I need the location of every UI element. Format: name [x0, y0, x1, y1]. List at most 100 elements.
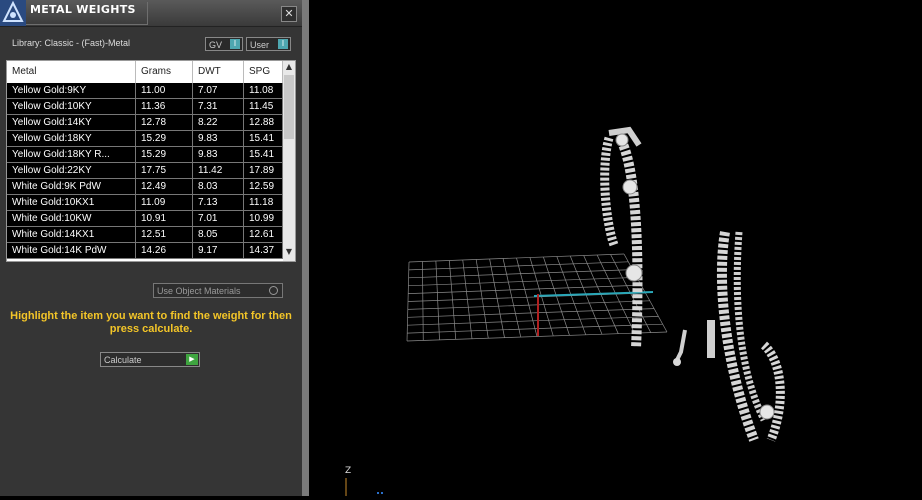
grid-line: [408, 253, 625, 263]
table-cell: 11.36: [136, 99, 193, 115]
table-cell: 11.18: [244, 195, 283, 211]
table-row[interactable]: White Gold:9K PdW 12.49 8.03 12.59: [7, 179, 283, 195]
table-cell: 9.83: [193, 131, 244, 147]
clasp-parts[interactable]: [673, 320, 715, 366]
gv-toggle-label: GV: [209, 40, 223, 50]
table-cell: 7.31: [193, 99, 244, 115]
vertical-scrollbar[interactable]: ▲ ▼: [283, 61, 295, 261]
table-cell: White Gold:10KW: [7, 211, 136, 227]
table-row[interactable]: White Gold:10KW 10.91 7.01 10.99: [7, 211, 283, 227]
scroll-up-icon[interactable]: ▲: [283, 62, 295, 71]
table-row[interactable]: White Gold:14KX1 12.51 8.05 12.61: [7, 227, 283, 243]
user-toggle[interactable]: User I: [246, 37, 291, 51]
table-row[interactable]: Yellow Gold:18KY R... 15.29 9.83 15.41: [7, 147, 283, 163]
bangle2-band-end: [760, 341, 785, 442]
table-cell: White Gold:14KX1: [7, 227, 136, 243]
table-row[interactable]: Yellow Gold:14KY 12.78 8.22 12.88: [7, 115, 283, 131]
table-row[interactable]: Yellow Gold:22KY 17.75 11.42 17.89: [7, 163, 283, 179]
panel-titlebar[interactable]: METAL WEIGHTS ✕: [0, 0, 302, 27]
gv-toggle[interactable]: GV I: [205, 37, 243, 51]
grid-line: [408, 277, 637, 287]
table-row[interactable]: Yellow Gold:9KY 11.00 7.07 11.08: [7, 83, 283, 99]
table-cell: 8.05: [193, 227, 244, 243]
grid-line: [407, 308, 655, 318]
table-cell: 12.78: [136, 115, 193, 131]
table-cell: 11.42: [193, 163, 244, 179]
use-object-materials-label: Use Object Materials: [157, 286, 241, 296]
table-cell: 15.41: [244, 147, 283, 163]
flower-ornament: [622, 179, 638, 195]
table-cell: 14.26: [136, 243, 193, 259]
calculate-button[interactable]: Calculate ▶: [100, 352, 200, 367]
table-row[interactable]: Yellow Gold:10KY 11.36 7.31 11.45: [7, 99, 283, 115]
clasp-ball: [673, 358, 681, 366]
grid-line: [408, 284, 642, 294]
scroll-down-icon[interactable]: ▼: [283, 247, 295, 256]
toggle-indicator-icon: I: [230, 39, 240, 49]
column-header[interactable]: Metal: [7, 61, 136, 83]
table-cell: White Gold:14K PdW: [7, 243, 136, 259]
table-cell: 9.17: [193, 243, 244, 259]
table-row[interactable]: White Gold:14K PdW 14.26 9.17 14.37: [7, 243, 283, 259]
table-cell: 7.07: [193, 83, 244, 99]
close-button[interactable]: ✕: [281, 6, 297, 22]
table-cell: Yellow Gold:22KY: [7, 163, 136, 179]
toggle-indicator-icon: I: [278, 39, 288, 49]
radio-icon[interactable]: [269, 286, 278, 295]
bangle-model-side[interactable]: [716, 231, 785, 442]
bangle-band-front: [616, 137, 643, 349]
play-icon: ▶: [186, 354, 198, 365]
calculate-label: Calculate: [104, 355, 142, 365]
column-header[interactable]: Grams: [136, 61, 193, 83]
table-cell: 15.29: [136, 131, 193, 147]
table-cell: 11.09: [136, 195, 193, 211]
grid-line: [407, 323, 663, 334]
table-row[interactable]: Yellow Gold:18KY 15.29 9.83 15.41: [7, 131, 283, 147]
table-row[interactable]: White Gold:10KX1 11.09 7.13 11.18: [7, 195, 283, 211]
table-cell: White Gold:10KX1: [7, 195, 136, 211]
flower-ornament: [625, 264, 643, 282]
column-header[interactable]: SPG: [244, 61, 283, 83]
table-cell: 12.88: [244, 115, 283, 131]
clasp-hinge: [675, 329, 687, 361]
clasp-block: [707, 320, 715, 358]
user-toggle-label: User: [250, 40, 270, 50]
vertical-scroll-thumb[interactable]: [284, 75, 294, 139]
table-cell: 8.03: [193, 179, 244, 195]
flower-ornament: [615, 133, 629, 147]
grid-line: [407, 316, 659, 326]
table-cell: 7.01: [193, 211, 244, 227]
table-cell: Yellow Gold:14KY: [7, 115, 136, 131]
metal-weights-table: Metal Grams DWT SPG Yellow Gold:9KY 11.00 7.0…: [6, 60, 296, 262]
table-cell: 12.51: [136, 227, 193, 243]
3d-viewport[interactable]: Z: [309, 0, 922, 496]
table-cell: 9.83: [193, 147, 244, 163]
bangle-band-back: [600, 136, 619, 247]
table-cell: 10.91: [136, 211, 193, 227]
viewport-canvas[interactable]: Z: [309, 0, 922, 496]
table-cell: Yellow Gold:10KY: [7, 99, 136, 115]
table-cell: 11.08: [244, 83, 283, 99]
horizontal-scrollbar[interactable]: ◀ ▶: [7, 261, 283, 262]
table-cell: 14.37: [244, 243, 283, 259]
instruction-text: Highlight the item you want to find the …: [10, 310, 292, 335]
metal-weights-panel: METAL WEIGHTS ✕ Library: Classic - (Fast…: [0, 0, 302, 496]
table-cell: 12.59: [244, 179, 283, 195]
use-object-materials-option[interactable]: Use Object Materials: [153, 283, 283, 298]
table-cell: 12.61: [244, 227, 283, 243]
column-header[interactable]: DWT: [193, 61, 244, 83]
table-cell: 12.49: [136, 179, 193, 195]
panel-splitter[interactable]: [302, 0, 309, 496]
table-cell: Yellow Gold:18KY R...: [7, 147, 136, 163]
table-cell: 10.99: [244, 211, 283, 227]
app-logo-icon: [0, 0, 26, 26]
table-header: Metal Grams DWT SPG: [7, 61, 283, 83]
table-cell: 17.75: [136, 163, 193, 179]
flower-ornament: [759, 404, 775, 420]
grid-line: [408, 261, 629, 271]
table-cell: Yellow Gold:9KY: [7, 83, 136, 99]
close-icon: ✕: [284, 7, 294, 20]
table-cell: 7.13: [193, 195, 244, 211]
table-cell: 15.29: [136, 147, 193, 163]
z-axis-label: Z: [345, 466, 351, 476]
